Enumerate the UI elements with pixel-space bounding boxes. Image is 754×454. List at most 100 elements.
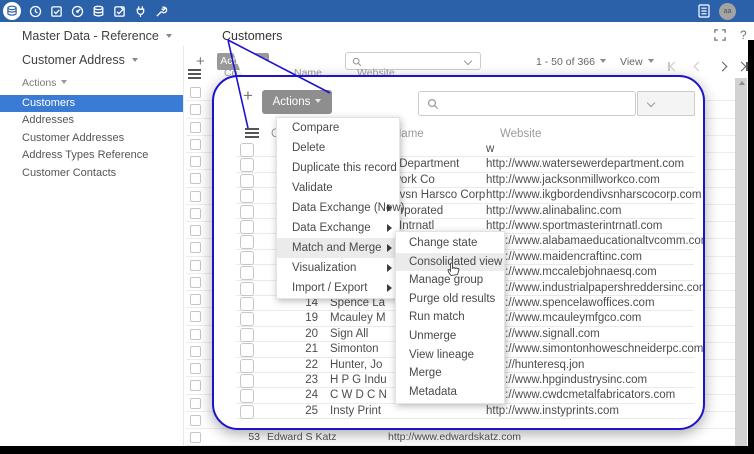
user-avatar[interactable]: aa — [719, 3, 736, 20]
actions-dropdown-menu: CompareDeleteDuplicate this recordValida… — [276, 117, 400, 299]
row-checkbox[interactable] — [190, 294, 201, 305]
chevron-down-icon — [260, 58, 266, 62]
row-checkbox[interactable] — [240, 282, 254, 296]
row-checkbox[interactable] — [190, 398, 201, 409]
record-range-selector[interactable]: 1 - 50 of 366 — [536, 56, 606, 68]
last-page-button[interactable] — [738, 57, 748, 75]
popup-row-cell-id: 25 — [284, 405, 318, 417]
popup-add-record-button[interactable]: + — [243, 86, 253, 106]
sidebar-item-addresses[interactable]: Addresses — [0, 112, 183, 129]
tasks-icon[interactable] — [49, 4, 63, 18]
row-checkbox[interactable] — [190, 139, 201, 150]
scroll-up-icon[interactable] — [739, 81, 745, 85]
menu-item-data-exchange[interactable]: Data Exchange — [277, 218, 399, 238]
vertical-scrollbar[interactable] — [735, 78, 747, 446]
row-checkbox[interactable] — [240, 235, 254, 249]
workspace-selector[interactable]: Master Data - Reference — [22, 29, 172, 43]
data-grid-icon[interactable] — [697, 4, 711, 18]
popup-search-input[interactable] — [418, 91, 636, 116]
submenu-item-run-match[interactable]: Run match — [396, 308, 504, 327]
first-page-button[interactable] — [668, 57, 678, 75]
row-checkbox[interactable] — [190, 208, 201, 219]
submenu-arrow-icon — [387, 284, 392, 292]
row-checkbox[interactable] — [190, 311, 201, 322]
plugin-icon[interactable] — [133, 4, 147, 18]
menu-item-visualization[interactable]: Visualization — [277, 258, 399, 278]
row-checkbox[interactable] — [240, 189, 254, 203]
popup-actions-button[interactable]: Actions — [262, 90, 332, 114]
view-selector[interactable]: View — [620, 56, 654, 68]
sidebar-item-customers[interactable]: Customers — [0, 95, 183, 112]
row-checkbox[interactable] — [190, 432, 201, 443]
fullscreen-icon[interactable] — [714, 29, 726, 41]
entity-selector[interactable]: Customer Address — [22, 53, 138, 67]
dashboard-icon[interactable] — [70, 4, 84, 18]
row-checkbox[interactable] — [240, 405, 254, 419]
row-checkbox[interactable] — [240, 343, 254, 357]
submenu-item-purge-old-results[interactable]: Purge old results — [396, 290, 504, 309]
popup-row-cell-website: http://www.alabamaeducationaltvcomm.com — [486, 235, 691, 247]
row-checkbox[interactable] — [240, 312, 254, 326]
row-checkbox[interactable] — [240, 389, 254, 403]
row-checkbox[interactable] — [240, 158, 254, 172]
row-checkbox[interactable] — [240, 220, 254, 234]
row-checkbox[interactable] — [240, 266, 254, 280]
row-checkbox[interactable] — [190, 242, 201, 253]
popup-row-cell-id: 21 — [284, 343, 318, 355]
popup-column-header-website[interactable]: Website — [500, 128, 541, 140]
search-dropdown-icon[interactable] — [464, 57, 472, 65]
row-checkbox[interactable] — [190, 380, 201, 391]
popup-search-dropdown[interactable] — [637, 91, 695, 116]
row-checkbox[interactable] — [190, 122, 201, 133]
row-checkbox[interactable] — [190, 346, 201, 357]
row-checkbox[interactable] — [240, 205, 254, 219]
sidebar-item-customer-contacts[interactable]: Customer Contacts — [0, 165, 183, 182]
row-checkbox[interactable] — [190, 156, 201, 167]
data-model-icon[interactable] — [91, 4, 105, 18]
sidebar-item-customer-addresses[interactable]: Customer Addresses — [0, 130, 183, 147]
menu-item-validate[interactable]: Validate — [277, 178, 399, 198]
menu-item-duplicate-this-record[interactable]: Duplicate this record — [277, 158, 399, 178]
row-checkbox[interactable] — [190, 104, 201, 115]
row-checkbox[interactable] — [240, 374, 254, 388]
row-checkbox[interactable] — [190, 415, 201, 426]
column-menu-icon[interactable] — [188, 67, 201, 81]
menu-item-import-export[interactable]: Import / Export — [277, 278, 399, 298]
submenu-item-metadata[interactable]: Metadata — [396, 383, 504, 402]
sidebar-actions-menu[interactable]: Actions — [22, 77, 67, 89]
row-checkbox[interactable] — [190, 363, 201, 374]
menu-item-data-exchange-new[interactable]: Data Exchange (New) — [277, 198, 399, 218]
submenu-item-unmerge[interactable]: Unmerge — [396, 327, 504, 346]
row-checkbox[interactable] — [240, 359, 254, 373]
clock-icon[interactable] — [28, 4, 42, 18]
menu-item-match-and-merge[interactable]: Match and Merge — [277, 238, 399, 258]
row-checkbox[interactable] — [190, 87, 201, 98]
row-checkbox[interactable] — [240, 143, 254, 157]
row-checkbox[interactable] — [190, 225, 201, 236]
submenu-item-change-state[interactable]: Change state — [396, 234, 504, 253]
app-window: aa Master Data - Reference Customers ? C… — [0, 0, 754, 454]
validation-icon[interactable] — [112, 4, 126, 18]
row-checkbox[interactable] — [240, 328, 254, 342]
row-checkbox[interactable] — [190, 173, 201, 184]
admin-wrench-icon[interactable] — [154, 4, 168, 18]
help-icon[interactable]: ? — [740, 28, 747, 42]
submenu-item-view-lineage[interactable]: View lineage — [396, 346, 504, 365]
active-app-circle[interactable] — [3, 2, 21, 20]
popup-column-menu-icon[interactable] — [245, 126, 259, 140]
sidebar-item-address-types-reference[interactable]: Address Types Reference — [0, 147, 183, 164]
row-checkbox[interactable] — [190, 277, 201, 288]
row-checkbox[interactable] — [240, 174, 254, 188]
table-row[interactable]: 53Edward S Katzhttp://www.edwardskatz.co… — [186, 429, 735, 446]
next-page-button[interactable] — [719, 57, 726, 75]
row-checkbox[interactable] — [190, 329, 201, 340]
menu-item-delete[interactable]: Delete — [277, 138, 399, 158]
popup-table-row[interactable]: 25Insty Printhttp://www.instyprints.com — [236, 404, 694, 419]
row-checkbox[interactable] — [190, 260, 201, 271]
row-checkbox[interactable] — [240, 297, 254, 311]
row-checkbox[interactable] — [240, 251, 254, 265]
submenu-item-merge[interactable]: Merge — [396, 364, 504, 383]
menu-item-compare[interactable]: Compare — [277, 118, 399, 138]
row-checkbox[interactable] — [190, 191, 201, 202]
previous-page-button[interactable] — [695, 57, 702, 75]
